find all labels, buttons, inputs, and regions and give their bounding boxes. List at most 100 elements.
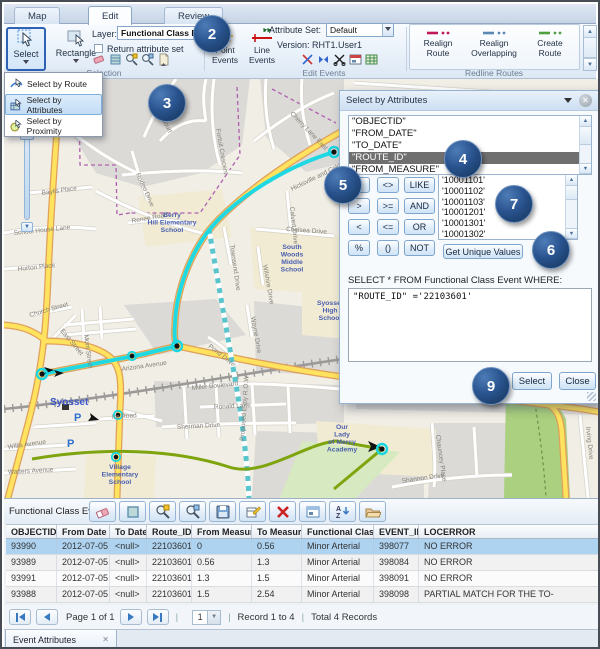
- tab-close-icon[interactable]: ✕: [102, 635, 109, 644]
- tab-map[interactable]: Map: [14, 7, 60, 25]
- table-header[interactable]: OBJECTIDFrom DateTo DateRoute_IDFrom Mea…: [6, 524, 599, 539]
- where-clause-label: SELECT * FROM Functional Class Event WHE…: [348, 275, 562, 286]
- realign-overlapping-button[interactable]: Realign Overlapping: [466, 27, 522, 69]
- scroll-down-icon[interactable]: ▼: [566, 228, 577, 239]
- values-scrollbar[interactable]: ▲ ▼: [565, 175, 577, 239]
- operator-button-<>[interactable]: <>: [377, 177, 399, 193]
- field-item[interactable]: "FROM_DATE": [349, 128, 591, 140]
- table-cell: 2.54: [252, 587, 302, 602]
- trim-event-icon[interactable]: [332, 53, 346, 66]
- scroll-down-icon[interactable]: ▼: [580, 163, 591, 174]
- merge-events-icon[interactable]: [316, 53, 330, 66]
- scrollbar-thumb[interactable]: [566, 186, 577, 200]
- dialog-close-icon[interactable]: ✕: [579, 94, 592, 107]
- show-related-icon[interactable]: [299, 501, 326, 522]
- clear-selection-icon[interactable]: [89, 501, 116, 522]
- split-event-icon[interactable]: [300, 53, 314, 66]
- dialog-resize-grip[interactable]: [587, 392, 596, 401]
- realign-route-button[interactable]: Realign Route: [412, 27, 464, 69]
- table-cell: 2012-07-05: [57, 539, 110, 554]
- operator-button->=[interactable]: >=: [377, 198, 399, 214]
- operator-button-not[interactable]: NOT: [404, 240, 435, 256]
- layer-combo-value: Functional Class Event: [121, 28, 203, 38]
- table-row[interactable]: 939902012-07-05<null>2210360100.56Minor …: [6, 539, 599, 555]
- return-attribute-set-checkbox[interactable]: [94, 44, 103, 53]
- column-header-event_id[interactable]: EVENT_ID: [374, 525, 419, 538]
- select-button[interactable]: Select: [6, 27, 46, 71]
- operator-button-%[interactable]: %: [348, 240, 370, 256]
- last-page-button[interactable]: [147, 609, 169, 625]
- dialog-close-button[interactable]: Close: [559, 372, 596, 390]
- page-select-dropdown-icon[interactable]: ▼: [208, 610, 221, 625]
- event-editor-icon[interactable]: [348, 53, 362, 66]
- separator: |: [176, 612, 178, 623]
- column-header-to date[interactable]: To Date: [110, 525, 147, 538]
- menu-item-select-by-attributes[interactable]: Select by Attributes: [5, 94, 102, 115]
- column-header-from date[interactable]: From Date: [57, 525, 110, 538]
- zoom-to-selection-icon[interactable]: [149, 501, 176, 522]
- zoom-to-selection-icon[interactable]: [124, 53, 138, 66]
- save-edits-icon[interactable]: [209, 501, 236, 522]
- layer-combo[interactable]: Functional Class Event: [117, 26, 203, 40]
- scrollbar-thumb[interactable]: [584, 38, 596, 58]
- attribute-set-dropdown[interactable]: [382, 24, 393, 36]
- operator-button-or[interactable]: OR: [404, 219, 435, 235]
- scroll-up-icon[interactable]: ▲: [566, 175, 577, 186]
- selection-options-icon[interactable]: [156, 53, 170, 66]
- dialog-title-bar[interactable]: Select by Attributes ✕: [340, 91, 598, 111]
- column-header-from measure[interactable]: From Measure: [192, 525, 252, 538]
- scroll-up-icon[interactable]: ▲: [584, 26, 596, 38]
- pan-to-selection-icon[interactable]: [179, 501, 206, 522]
- event-attributes-panel: Functional Class Event AZ OBJECTIDFrom D…: [4, 498, 600, 649]
- table-row[interactable]: 939882012-07-05<null>221036011.52.54Mino…: [6, 587, 599, 603]
- table-cell: 398091: [374, 571, 419, 586]
- menu-item-select-by-proximity[interactable]: Select by Proximity: [5, 115, 102, 136]
- table-cell: 1.5: [252, 571, 302, 586]
- operator-button-and[interactable]: AND: [404, 198, 435, 214]
- field-item[interactable]: "OBJECTID": [349, 116, 591, 128]
- operator-button-<=[interactable]: <=: [377, 219, 399, 235]
- prev-page-button[interactable]: [36, 609, 58, 625]
- column-header-route_id[interactable]: Route_ID: [147, 525, 192, 538]
- column-header-to measure[interactable]: To Measure: [252, 525, 302, 538]
- tab-event-attributes[interactable]: Event Attributes ✕: [5, 630, 117, 649]
- where-clause-input[interactable]: "ROUTE_ID" ='22103601': [348, 288, 592, 362]
- column-header-objectid[interactable]: OBJECTID: [6, 525, 57, 538]
- callout-5: 5: [324, 166, 362, 204]
- operator-button-like[interactable]: LIKE: [404, 177, 435, 193]
- zoom-selected-icon[interactable]: [140, 53, 154, 66]
- column-header-functional class[interactable]: Functional Class: [302, 525, 374, 538]
- scroll-down-icon[interactable]: ▼: [584, 58, 596, 70]
- operator-button-<[interactable]: <: [348, 219, 370, 235]
- operator-button-()[interactable]: (): [377, 240, 399, 256]
- first-page-button[interactable]: [9, 609, 31, 625]
- tab-edit[interactable]: Edit: [88, 6, 132, 25]
- attribute-set-combo[interactable]: Default: [326, 23, 394, 37]
- clear-selection-icon[interactable]: [92, 53, 106, 66]
- table-options-icon[interactable]: [359, 501, 386, 522]
- table-row[interactable]: 939912012-07-05<null>221036011.31.5Minor…: [6, 571, 599, 587]
- scroll-up-icon[interactable]: ▲: [580, 116, 591, 127]
- dialog-select-button[interactable]: Select: [512, 372, 552, 390]
- sort-records-icon[interactable]: AZ: [329, 501, 356, 522]
- rectangle-tool-icon: [66, 28, 86, 48]
- dialog-menu-caret-icon[interactable]: [564, 98, 572, 107]
- scrollbar-thumb[interactable]: [580, 127, 591, 145]
- field-list-scrollbar[interactable]: ▲ ▼: [579, 116, 591, 174]
- page-select-combo[interactable]: 1 ▼: [192, 610, 221, 625]
- edit-events-icon-row: [300, 53, 378, 66]
- table-row[interactable]: 939892012-07-05<null>221036010.561.3Mino…: [6, 555, 599, 571]
- delete-record-icon[interactable]: [269, 501, 296, 522]
- event-table-icon[interactable]: [364, 53, 378, 66]
- zoom-out-icon[interactable]: ▼: [21, 222, 33, 232]
- edit-attributes-icon[interactable]: [239, 501, 266, 522]
- create-route-button[interactable]: Create Route: [524, 27, 576, 69]
- switch-selection-icon[interactable]: [119, 501, 146, 522]
- selection-list-icon[interactable]: [108, 53, 122, 66]
- get-unique-values-button[interactable]: Get Unique Values: [443, 244, 523, 259]
- menu-item-select-by-route[interactable]: Select by Route: [5, 73, 102, 94]
- next-page-button[interactable]: [120, 609, 142, 625]
- select-label: Select: [13, 49, 38, 59]
- column-header-locerror[interactable]: LOCERROR: [419, 525, 599, 538]
- ribbon-scrollbar[interactable]: ▲ ▼: [583, 25, 597, 71]
